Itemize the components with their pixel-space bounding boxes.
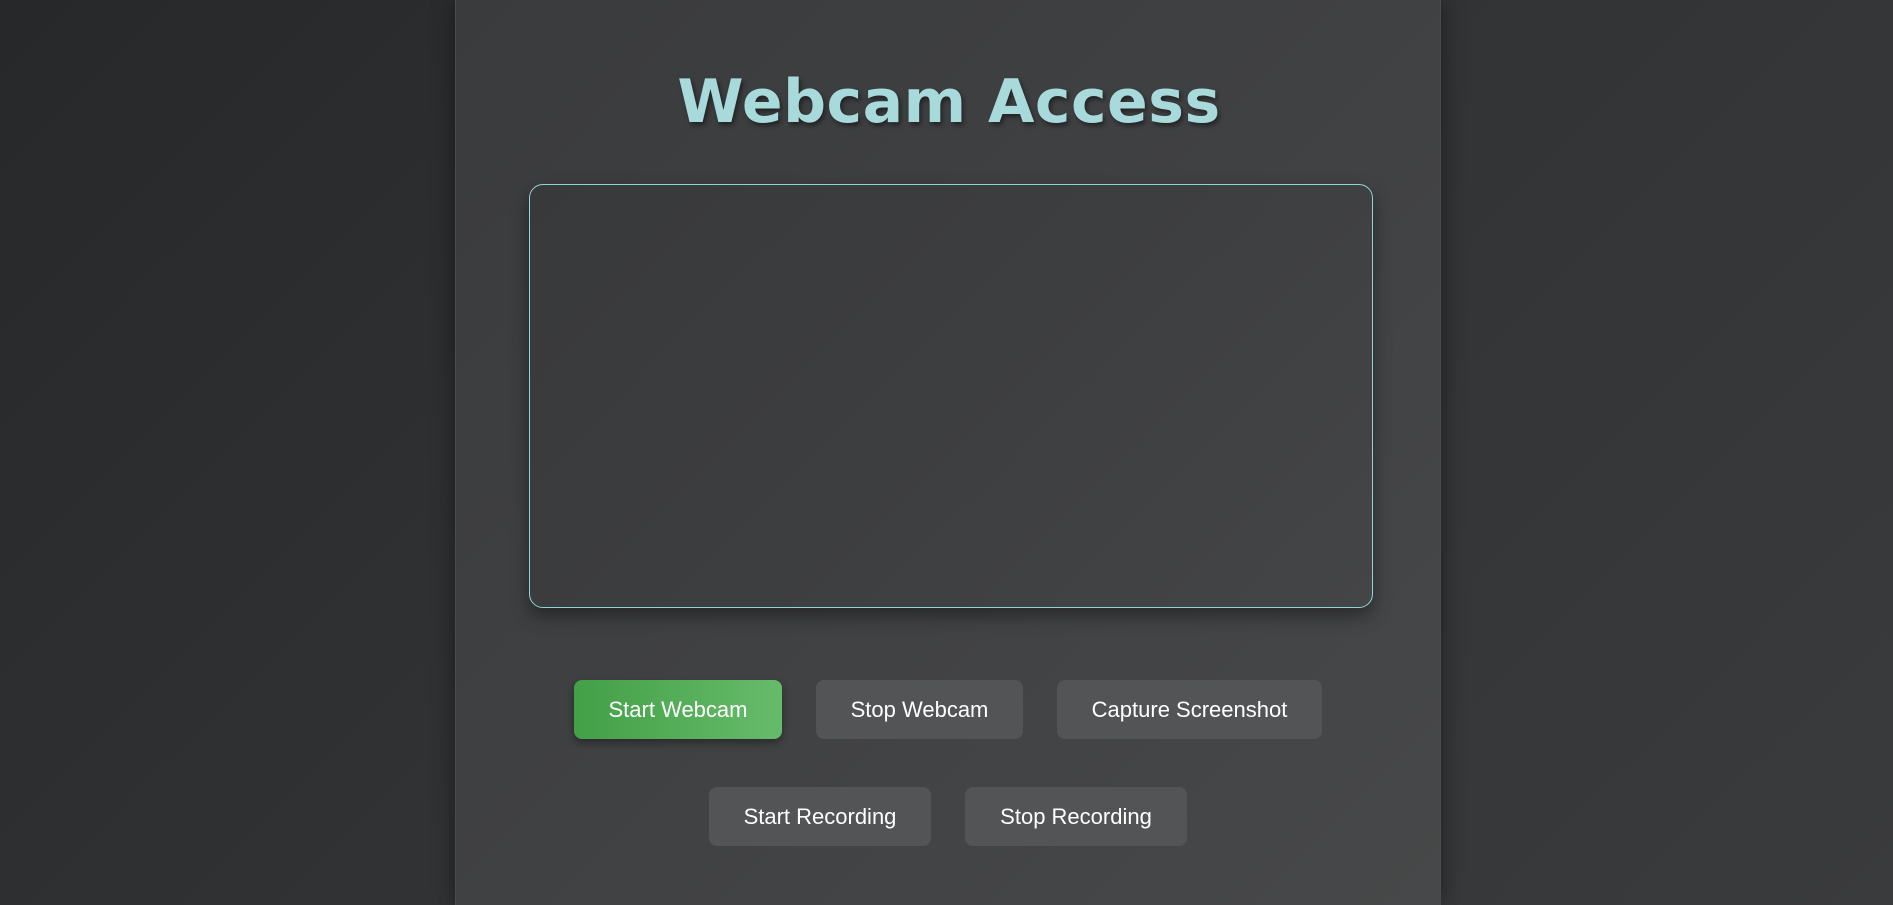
stop-recording-button[interactable]: Stop Recording xyxy=(965,787,1187,846)
stop-webcam-button[interactable]: Stop Webcam xyxy=(816,680,1023,739)
capture-screenshot-button[interactable]: Capture Screenshot xyxy=(1057,680,1322,739)
page-title: Webcam Access xyxy=(677,67,1221,137)
main-panel: Webcam Access Start Webcam Stop Webcam C… xyxy=(455,0,1441,905)
webcam-video-area xyxy=(529,184,1373,608)
start-recording-button[interactable]: Start Recording xyxy=(709,787,931,846)
start-webcam-button[interactable]: Start Webcam xyxy=(574,680,782,739)
